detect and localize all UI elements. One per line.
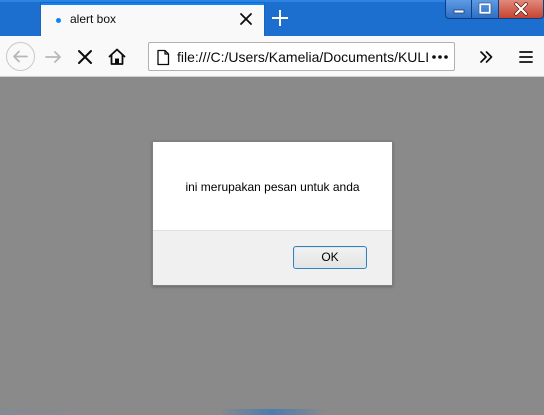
taskbar-edge bbox=[0, 409, 544, 415]
address-bar[interactable]: file:///C:/Users/Kamelia/Documents/KULIA… bbox=[148, 42, 455, 71]
forward-arrow-icon[interactable] bbox=[39, 43, 67, 71]
active-tab-indicator bbox=[41, 3, 264, 5]
chevron-double-right-icon[interactable] bbox=[472, 43, 500, 71]
tab-loading-dot-icon bbox=[56, 18, 61, 23]
close-icon[interactable] bbox=[237, 10, 255, 28]
window-close-icon bbox=[514, 2, 528, 16]
window-close-button[interactable] bbox=[499, 0, 544, 19]
stop-x-icon[interactable] bbox=[71, 43, 99, 71]
ok-button[interactable]: OK bbox=[293, 246, 367, 269]
minimize-icon bbox=[453, 9, 465, 14]
hamburger-menu-icon[interactable] bbox=[512, 43, 540, 71]
tab-alert-box[interactable]: alert box bbox=[41, 3, 264, 36]
page-icon bbox=[157, 49, 170, 66]
back-button[interactable] bbox=[6, 42, 35, 71]
plus-icon[interactable] bbox=[270, 8, 290, 28]
maximize-icon bbox=[478, 2, 492, 15]
more-dots-icon[interactable] bbox=[431, 50, 449, 64]
tab-title: alert box bbox=[70, 12, 117, 26]
home-icon[interactable] bbox=[103, 43, 131, 71]
minimize-button[interactable] bbox=[445, 0, 472, 19]
maximize-button[interactable] bbox=[472, 0, 499, 19]
alert-footer: OK bbox=[153, 230, 392, 285]
back-arrow-icon bbox=[13, 50, 28, 63]
alert-dialog: ini merupakan pesan untuk anda OK bbox=[152, 141, 393, 286]
alert-message: ini merupakan pesan untuk anda bbox=[185, 180, 360, 194]
url-text[interactable]: file:///C:/Users/Kamelia/Documents/KULIA… bbox=[177, 49, 429, 65]
browser-titlebar: alert box bbox=[0, 0, 544, 36]
